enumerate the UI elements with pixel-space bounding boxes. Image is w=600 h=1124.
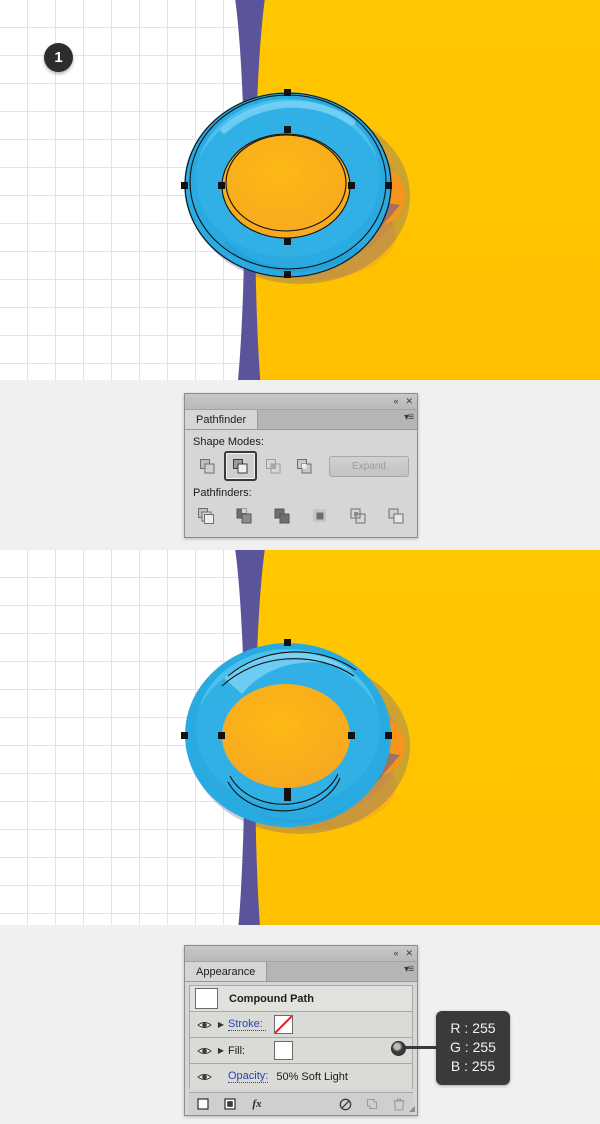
appearance-footer: fx [189,1092,413,1115]
exclude-icon [297,458,312,473]
stroke-label[interactable]: Stroke: [228,1018,266,1031]
appearance-body: Compound Path ▶ Stroke: ▶ Fill: Opacity:… [185,982,417,1115]
pathfinder-panel[interactable]: « ✕ Pathfinder ▾≡ Shape Modes: Expand Pa… [184,393,418,538]
eye-icon [196,1021,212,1028]
close-icon[interactable]: ✕ [405,949,413,958]
minus-back-icon [388,508,404,524]
pathfinder-tabrow: Pathfinder ▾≡ [185,410,417,430]
pathfinder-divide[interactable] [193,504,219,528]
appearance-row-opacity[interactable]: Opacity: 50% Soft Light [189,1063,413,1089]
appearance-row-fill[interactable]: ▶ Fill: [189,1037,413,1063]
tab-pathfinder[interactable]: Pathfinder [185,410,259,429]
artboard-step-2: 2 [0,550,600,925]
rgb-r-value: R : 255 [450,1020,496,1036]
pathfinder-titlebar: « ✕ [185,394,417,410]
add-fill-icon [197,1098,209,1110]
minus-front-icon [233,458,248,473]
duplicate-icon [366,1098,378,1110]
stroke-swatch-none[interactable] [274,1015,293,1034]
pathfinder-body: Shape Modes: Expand Pathfinders: [185,430,417,537]
artwork-step-1 [181,0,600,380]
pathfinder-merge[interactable] [269,504,295,528]
step-badge-1: 1 [44,43,73,72]
pathfinder-minus-back[interactable] [383,504,409,528]
collapse-icon[interactable]: « [393,949,398,958]
crop-icon [313,509,326,522]
opacity-label[interactable]: Opacity: [228,1070,269,1083]
pathfinder-trim[interactable] [231,504,257,528]
expand-arrow-icon[interactable]: ▶ [214,1046,228,1055]
object-title: Compound Path [229,992,314,1005]
expand-arrow-icon[interactable]: ▶ [214,1020,228,1029]
shape-mode-minus-front[interactable] [224,451,257,481]
eye-icon [196,1073,212,1080]
shape-mode-unite[interactable] [193,453,222,479]
close-icon[interactable]: ✕ [405,397,413,406]
unite-icon [200,458,215,473]
rgb-b-value: B : 255 [450,1058,496,1074]
rgb-callout: R : 255 G : 255 B : 255 [436,1011,510,1085]
appearance-titlebar: « ✕ [185,946,417,962]
collapse-icon[interactable]: « [393,397,398,406]
visibility-eye-icon[interactable] [194,1046,214,1056]
visibility-eye-icon[interactable] [194,1020,214,1030]
merge-icon [274,508,290,524]
add-new-stroke-button[interactable] [222,1096,238,1112]
artwork-step-2 [181,550,600,925]
shape-modes-label: Shape Modes: [193,436,264,448]
rgb-g-value: G : 255 [450,1039,496,1055]
expand-button[interactable]: Expand [329,455,409,477]
delete-item-button[interactable] [391,1096,407,1112]
eye-icon [196,1047,212,1054]
artboard-step-1: 1 [0,0,600,380]
object-thumbnail [195,988,218,1009]
appearance-panel[interactable]: « ✕ Appearance ▾≡ Compound Path ▶ Stroke [184,945,418,1116]
shape-mode-exclude[interactable] [290,453,319,479]
appearance-object-row: Compound Path [189,985,413,1011]
clear-appearance-button[interactable] [337,1096,353,1112]
add-stroke-icon [224,1098,236,1110]
add-effect-button[interactable]: fx [249,1096,265,1112]
fill-label: Fill: [228,1044,246,1057]
screenshot-stage: 1 « ✕ Pathfinder ▾≡ Shape Modes: Expand … [0,0,600,1124]
callout-connector-dot [391,1041,406,1056]
clear-appearance-icon [339,1098,351,1110]
pathfinder-outline[interactable] [345,504,371,528]
resize-grip[interactable]: ◢ [409,1105,415,1113]
shape-modes-row: Expand [185,451,417,481]
panel-menu-icon[interactable]: ▾≡ [404,413,414,423]
duplicate-item-button[interactable] [364,1096,380,1112]
add-new-fill-button[interactable] [195,1096,211,1112]
divide-icon [198,508,214,524]
intersect-icon [266,458,281,473]
shape-mode-intersect[interactable] [259,453,288,479]
appearance-row-stroke[interactable]: ▶ Stroke: [189,1011,413,1037]
opacity-value: 50% Soft Light [276,1070,348,1083]
trim-icon [236,508,252,524]
visibility-eye-icon[interactable] [194,1072,214,1082]
trash-icon [393,1098,405,1111]
pathfinder-crop[interactable] [307,504,333,528]
tab-appearance[interactable]: Appearance [185,962,268,981]
pathfinders-row [185,502,417,537]
pathfinders-label: Pathfinders: [193,487,252,499]
fx-icon: fx [252,1098,262,1110]
appearance-tabrow: Appearance ▾≡ [185,962,417,982]
panel-menu-icon[interactable]: ▾≡ [404,965,414,975]
fill-swatch-white[interactable] [274,1041,293,1060]
outline-icon [350,508,366,524]
